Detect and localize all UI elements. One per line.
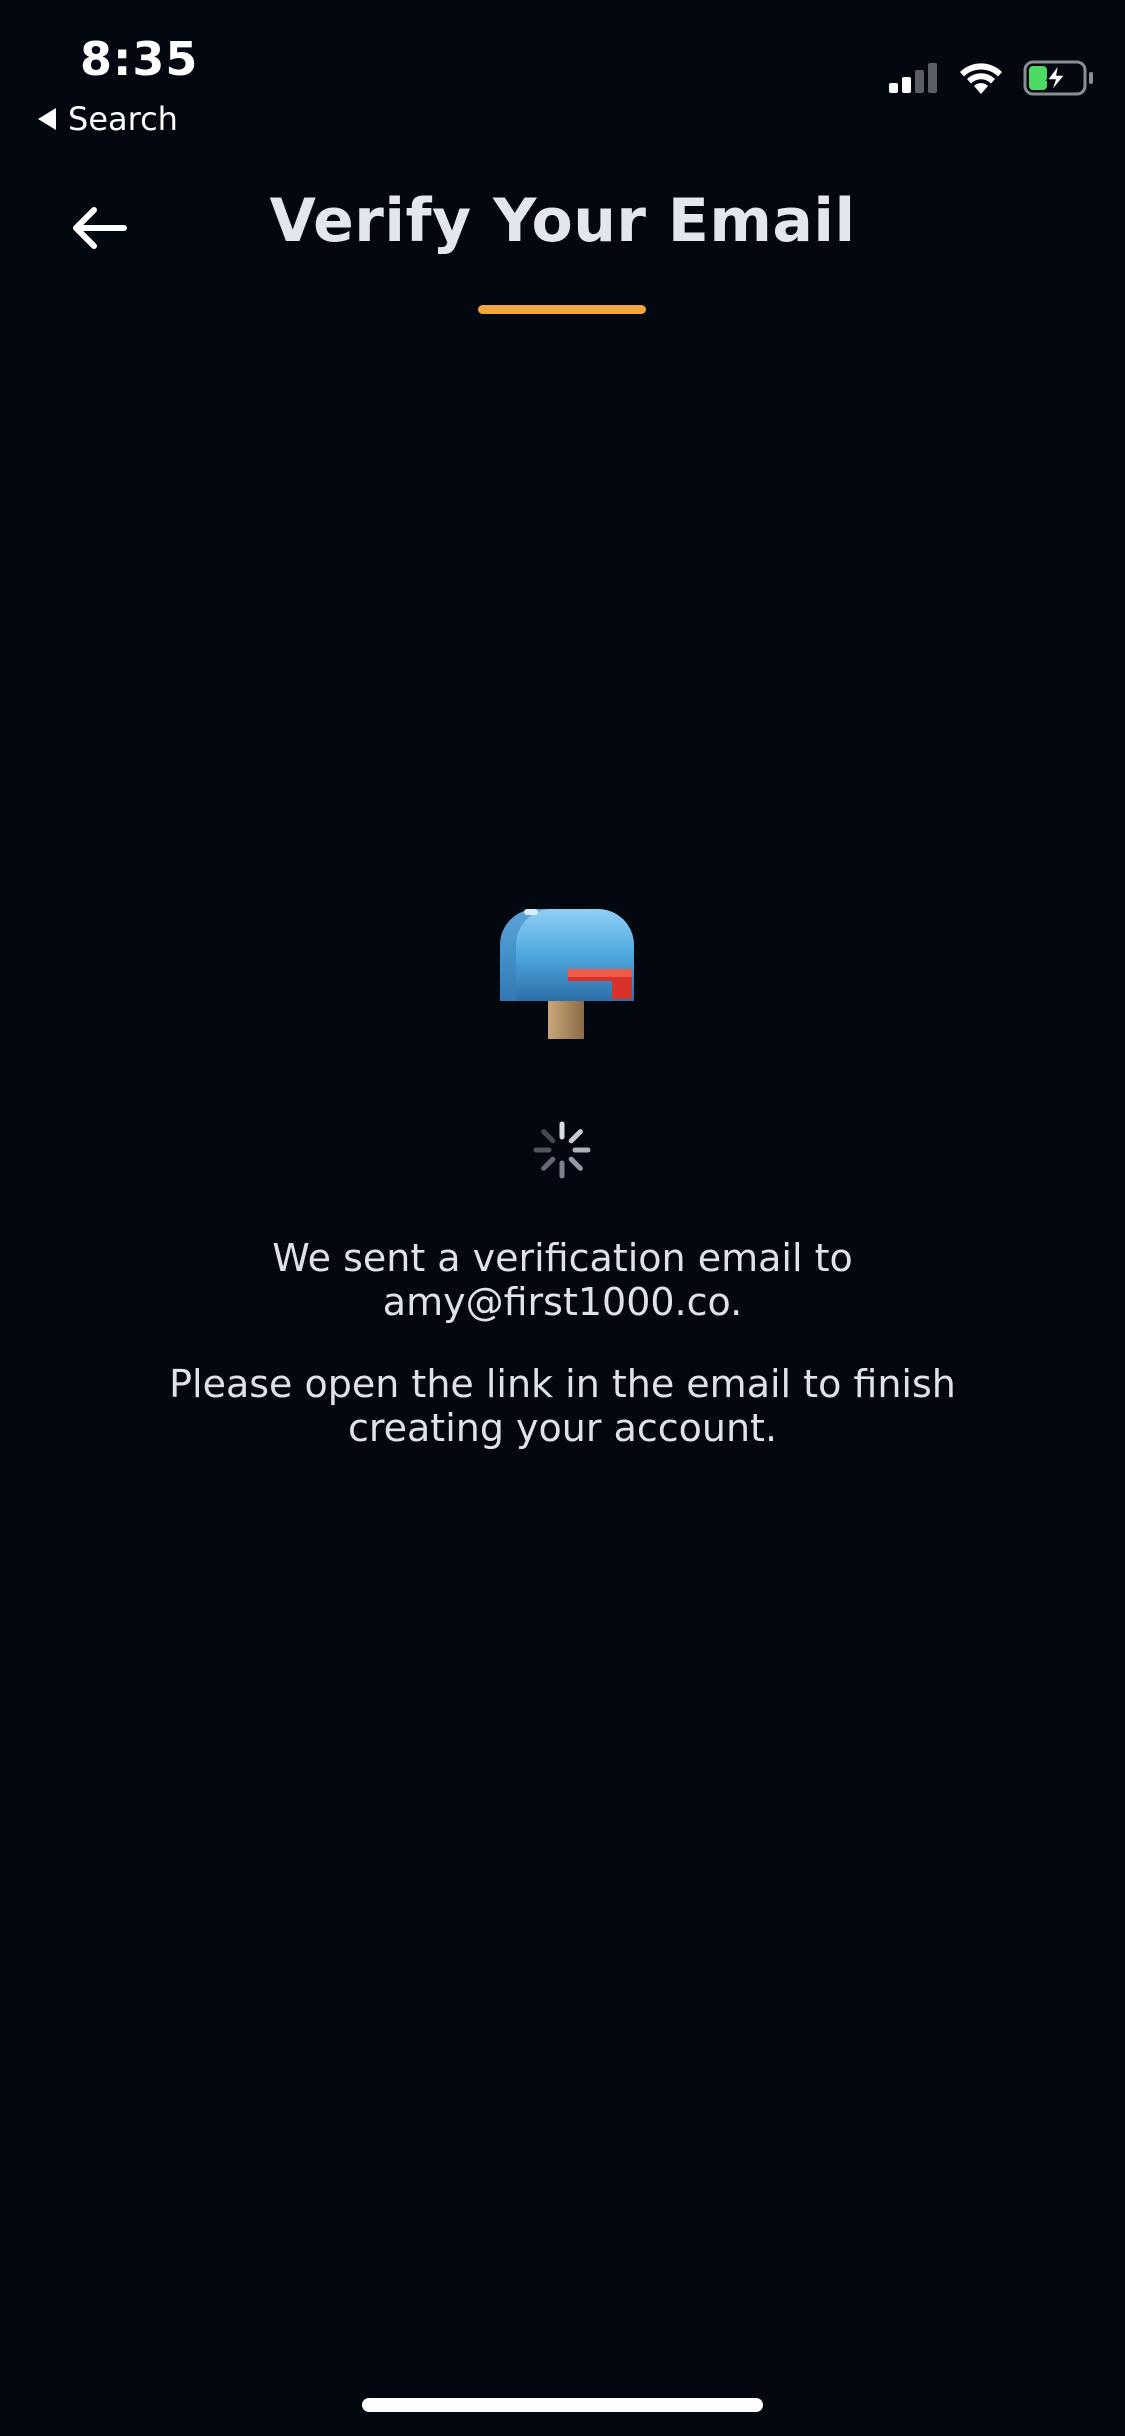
status-icons <box>887 60 1093 96</box>
title-underline <box>478 305 646 314</box>
instruction-line-1: Please open the link in the email to fin… <box>169 1362 956 1406</box>
back-triangle-icon <box>38 108 56 130</box>
battery-charging-icon <box>1023 60 1093 96</box>
back-to-search-label: Search <box>68 100 178 138</box>
status-time: 8:35 <box>80 32 199 86</box>
verification-email-address: amy@first1000.co. <box>382 1280 743 1324</box>
page-title: Verify Your Email <box>269 186 856 256</box>
verification-message: We sent a verification email to amy@firs… <box>60 1236 1065 1324</box>
home-indicator[interactable] <box>362 2398 763 2412</box>
verification-message-line: We sent a verification email to <box>272 1236 853 1280</box>
mailbox-icon <box>500 909 634 1039</box>
spinner-icon <box>533 1121 591 1179</box>
instruction-line-2: creating your account. <box>347 1406 778 1450</box>
back-to-search-button[interactable]: Search <box>38 100 178 138</box>
instruction-message: Please open the link in the email to fin… <box>60 1362 1065 1450</box>
wifi-icon <box>960 63 1002 94</box>
cellular-signal-icon <box>889 63 937 93</box>
